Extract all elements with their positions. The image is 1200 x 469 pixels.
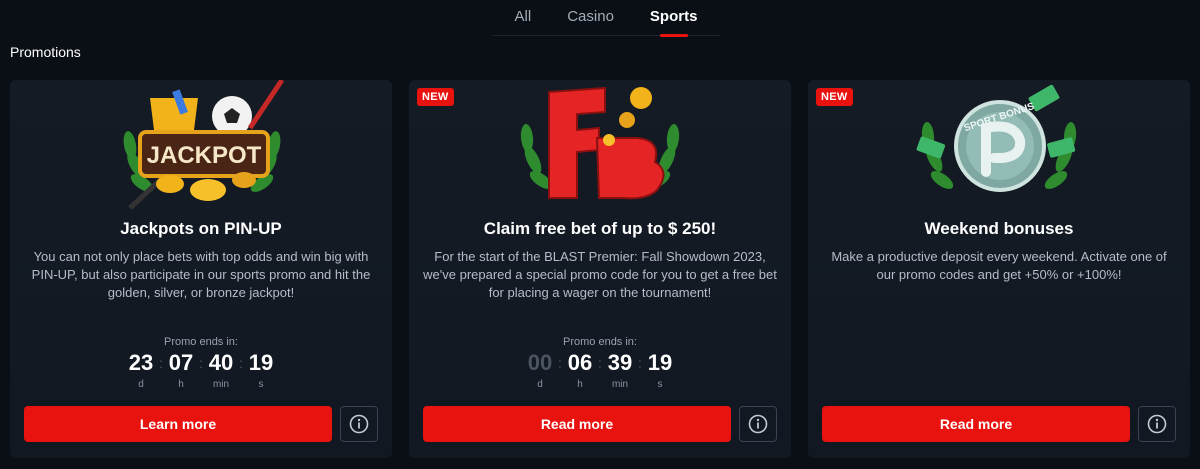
countdown-days-label: d [138,379,144,390]
countdown-minutes: 40 [208,350,234,375]
card-description: You can not only place bets with top odd… [31,249,371,300]
countdown-seconds-label: s [258,379,264,390]
info-button[interactable] [739,406,777,442]
jackpot-art-text: JACKPOT [147,142,262,169]
countdown-seconds: 19 [248,350,274,375]
category-tabs: All Casino Sports [492,0,720,36]
info-icon [748,414,768,434]
sport-bonus-illustration: SPORT BONUS [916,84,1077,192]
promo-card-jackpots: JACKPOT Jackpots on PIN-UP You can not o… [10,80,392,458]
countdown-seconds-label: s [657,379,663,390]
info-icon [1147,414,1167,434]
countdown-hours-label: h [178,379,184,390]
tab-sports[interactable]: Sports [632,0,716,36]
learn-more-button[interactable]: Learn more [24,406,332,442]
card-description: For the start of the BLAST Premier: Fall… [423,249,777,300]
countdown-minutes: 39 [607,350,633,375]
countdown-hours-label: h [577,379,583,390]
countdown-label: Promo ends in: [563,336,637,348]
countdown-label: Promo ends in: [164,336,238,348]
fb-illustration [520,86,680,200]
countdown-hours: 07 [168,350,194,375]
info-button[interactable] [340,406,378,442]
countdown-seconds: 19 [647,350,673,375]
promo-card-weekend-bonuses: NEW SPORT BONUS Weekend bonuses Make a p… [808,80,1190,458]
read-more-button[interactable]: Read more [822,406,1130,442]
tab-all[interactable]: All [497,0,550,36]
countdown-hours: 06 [567,350,593,375]
countdown-days: 23 [128,350,154,375]
card-title: Weekend bonuses [924,219,1074,238]
section-title: Promotions [10,44,81,60]
read-more-button[interactable]: Read more [423,406,731,442]
countdown-minutes-label: min [611,379,629,390]
info-icon [349,414,369,434]
countdown-minutes-label: min [212,379,230,390]
card-title: Jackpots on PIN-UP [120,219,282,238]
countdown: Promo ends in: 23 d : 07 h : 40 min : 19 s [10,336,392,390]
tab-casino[interactable]: Casino [549,0,632,36]
info-button[interactable] [1138,406,1176,442]
card-description: Make a productive deposit every weekend.… [831,249,1167,282]
countdown: Promo ends in: 00 d : 06 h : 39 min : 19 s [409,336,791,390]
countdown-days-label: d [537,379,543,390]
promo-card-free-bet: NEW Claim free bet of up to $ 250! For t… [409,80,791,458]
countdown-days: 00 [527,350,553,375]
card-title: Claim free bet of up to $ 250! [483,219,717,238]
jackpot-illustration: JACKPOT [123,80,285,210]
